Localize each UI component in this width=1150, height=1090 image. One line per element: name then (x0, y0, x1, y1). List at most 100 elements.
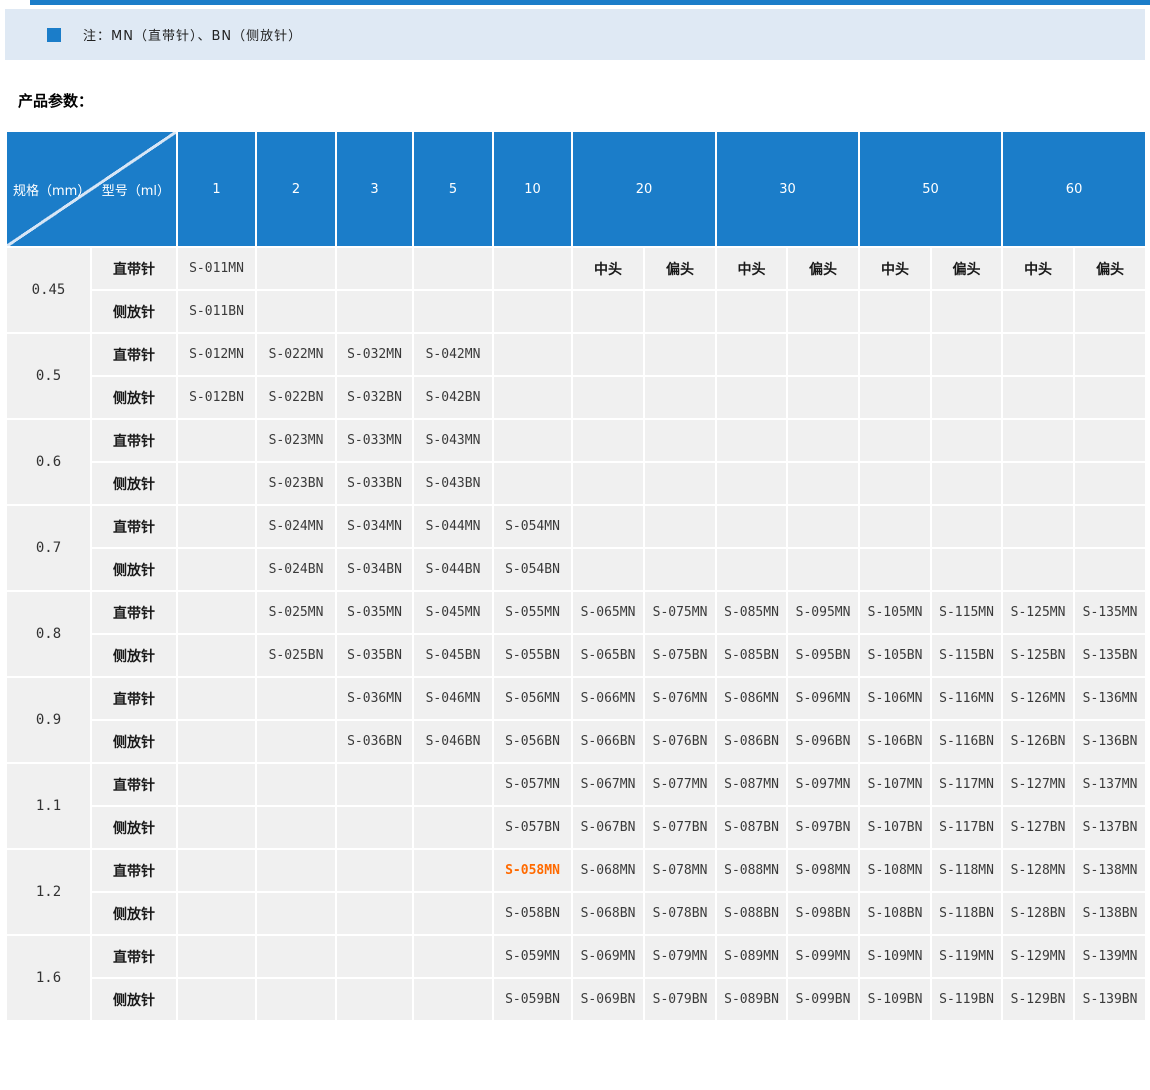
model-code-cell: S-068MN (572, 849, 644, 892)
model-code-cell: S-043MN (413, 419, 493, 462)
column-header-50ml: 50 (859, 131, 1002, 247)
product-spec-table: 规格（mm） 型号（ml） 1 2 3 5 10 20 30 50 60 0.4… (5, 130, 1147, 1022)
model-code-cell: S-076BN (644, 720, 716, 763)
model-code-cell: S-137BN (1074, 806, 1146, 849)
needle-type-cell: 直带针 (91, 935, 177, 978)
empty-cell (256, 892, 336, 935)
model-code-cell: S-086BN (716, 720, 787, 763)
table-row: 0.45直带针S-011MN中头偏头中头偏头中头偏头中头偏头 (6, 247, 1146, 290)
empty-cell (256, 677, 336, 720)
model-code-cell: S-126BN (1002, 720, 1074, 763)
needle-type-cell: 直带针 (91, 247, 177, 290)
empty-cell (572, 505, 644, 548)
model-code-cell: S-088MN (716, 849, 787, 892)
model-code-cell: S-089BN (716, 978, 787, 1021)
empty-cell (177, 677, 256, 720)
empty-cell (256, 247, 336, 290)
table-header: 规格（mm） 型号（ml） 1 2 3 5 10 20 30 50 60 (6, 131, 1146, 247)
model-code-cell: S-045BN (413, 634, 493, 677)
model-code-cell: S-036MN (336, 677, 413, 720)
empty-cell (572, 290, 644, 333)
model-code-cell: S-105BN (859, 634, 931, 677)
needle-type-cell: 侧放针 (91, 376, 177, 419)
note-text: 注：MN（直带针）、BN（侧放针） (83, 25, 302, 44)
model-code-cell: S-125MN (1002, 591, 1074, 634)
empty-cell (413, 978, 493, 1021)
subheader-cell: 中头 (1002, 247, 1074, 290)
empty-cell (1074, 505, 1146, 548)
model-code-cell: S-107MN (859, 763, 931, 806)
empty-cell (177, 849, 256, 892)
needle-type-cell: 侧放针 (91, 290, 177, 333)
model-code-cell: S-045MN (413, 591, 493, 634)
empty-cell (931, 462, 1002, 505)
model-code-cell: S-107BN (859, 806, 931, 849)
model-code-cell: S-036BN (336, 720, 413, 763)
subheader-cell: 偏头 (787, 247, 859, 290)
model-code-cell: S-065MN (572, 591, 644, 634)
model-code-cell: S-119MN (931, 935, 1002, 978)
model-code-cell: S-078BN (644, 892, 716, 935)
empty-cell (413, 935, 493, 978)
empty-cell (716, 376, 787, 419)
table-row: 0.9直带针S-036MNS-046MNS-056MNS-066MNS-076M… (6, 677, 1146, 720)
model-code-cell: S-055MN (493, 591, 572, 634)
model-code-cell: S-035MN (336, 591, 413, 634)
model-code-cell: S-043BN (413, 462, 493, 505)
model-code-cell: S-095BN (787, 634, 859, 677)
empty-cell (1002, 462, 1074, 505)
empty-cell (336, 763, 413, 806)
empty-cell (413, 763, 493, 806)
model-code-cell: S-059MN (493, 935, 572, 978)
empty-cell (859, 505, 931, 548)
needle-type-cell: 直带针 (91, 505, 177, 548)
needle-type-cell: 侧放针 (91, 806, 177, 849)
corner-label-model: 型号（ml） (102, 180, 170, 199)
model-code-cell: S-034MN (336, 505, 413, 548)
spec-cell: 0.9 (6, 677, 91, 763)
model-code-cell: S-108BN (859, 892, 931, 935)
top-accent-bar (30, 0, 1150, 5)
model-code-cell: S-118BN (931, 892, 1002, 935)
empty-cell (931, 419, 1002, 462)
empty-cell (493, 462, 572, 505)
model-code-cell: S-115BN (931, 634, 1002, 677)
model-code-cell: S-054BN (493, 548, 572, 591)
empty-cell (177, 763, 256, 806)
empty-cell (1002, 290, 1074, 333)
needle-type-cell: 侧放针 (91, 634, 177, 677)
model-code-cell: S-044BN (413, 548, 493, 591)
model-code-cell: S-129BN (1002, 978, 1074, 1021)
empty-cell (413, 892, 493, 935)
empty-cell (336, 849, 413, 892)
empty-cell (644, 333, 716, 376)
table-row: 侧放针S-058BNS-068BNS-078BNS-088BNS-098BNS-… (6, 892, 1146, 935)
section-title: 产品参数： (18, 90, 1150, 111)
empty-cell (413, 290, 493, 333)
needle-type-cell: 直带针 (91, 333, 177, 376)
model-code-cell: S-069MN (572, 935, 644, 978)
empty-cell (644, 419, 716, 462)
model-code-cell: S-137MN (1074, 763, 1146, 806)
empty-cell (177, 419, 256, 462)
empty-cell (1074, 548, 1146, 591)
model-code-cell: S-075MN (644, 591, 716, 634)
empty-cell (336, 978, 413, 1021)
column-header-1ml: 1 (177, 131, 256, 247)
model-code-cell: S-035BN (336, 634, 413, 677)
empty-cell (787, 419, 859, 462)
empty-cell (1074, 419, 1146, 462)
empty-cell (177, 634, 256, 677)
empty-cell (256, 978, 336, 1021)
empty-cell (787, 376, 859, 419)
spec-cell: 0.6 (6, 419, 91, 505)
empty-cell (256, 849, 336, 892)
model-code-cell: S-088BN (716, 892, 787, 935)
model-code-cell-highlighted[interactable]: S-058MN (493, 849, 572, 892)
empty-cell (493, 419, 572, 462)
model-code-cell: S-085BN (716, 634, 787, 677)
empty-cell (931, 376, 1002, 419)
empty-cell (572, 548, 644, 591)
empty-cell (716, 505, 787, 548)
model-code-cell: S-066BN (572, 720, 644, 763)
